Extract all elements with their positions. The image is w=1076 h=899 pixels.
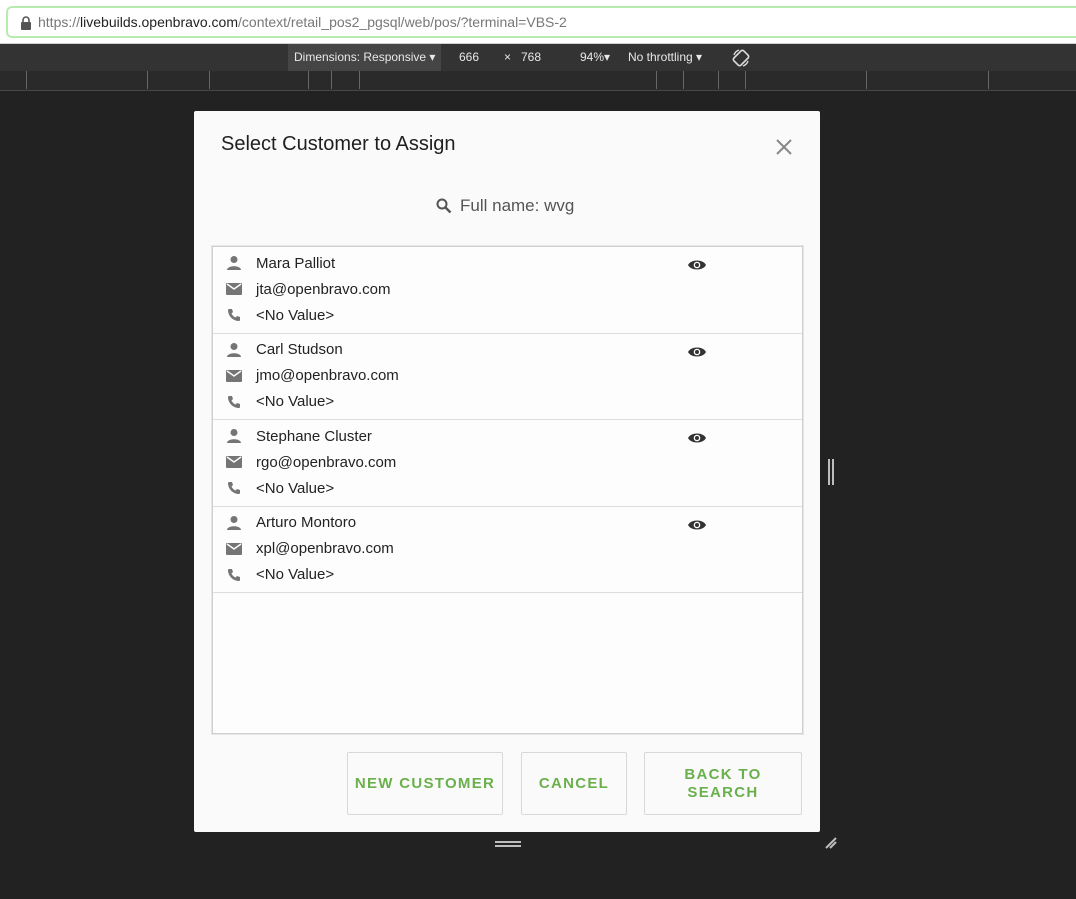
zoom-label: 94%: [580, 50, 605, 64]
email-icon: [225, 280, 243, 298]
close-icon[interactable]: [772, 135, 796, 159]
url-text: https://livebuilds.openbravo.com/context…: [38, 14, 567, 30]
dimensions-dropdown[interactable]: Dimensions: Responsive ▾: [288, 44, 442, 71]
caret-down-icon: ▾: [696, 50, 703, 64]
lock-icon: [21, 16, 31, 30]
eye-icon[interactable]: [687, 257, 707, 273]
eye-icon[interactable]: [687, 430, 707, 446]
caret-down-icon: ▾: [604, 50, 611, 64]
customer-phone: <No Value>: [256, 566, 335, 583]
device-toolbar: Dimensions: Responsive ▾ 666 × 768 94%▾ …: [0, 44, 1076, 71]
customer-row[interactable]: Mara Palliot jta@openbravo.com <No Value…: [213, 247, 802, 334]
customer-phone: <No Value>: [256, 393, 335, 410]
customer-list[interactable]: Mara Palliot jta@openbravo.com <No Value…: [212, 246, 803, 734]
person-icon: [225, 427, 243, 445]
customer-name: Arturo Montoro: [256, 514, 357, 531]
email-icon: [225, 540, 243, 558]
eye-icon[interactable]: [687, 517, 707, 533]
customer-phone: <No Value>: [256, 479, 335, 497]
url-domain: livebuilds.openbravo.com: [80, 14, 239, 30]
dialog-title: Select Customer to Assign: [221, 133, 456, 155]
customer-phone: <No Value>: [256, 306, 335, 324]
customer-row[interactable]: Carl Studson jmo@openbravo.com <No Value…: [213, 334, 802, 420]
phone-icon: [225, 393, 243, 411]
person-icon: [225, 514, 243, 532]
url-prefix: https://: [38, 14, 81, 30]
filter-text: Full name: wvg: [460, 196, 575, 215]
rotate-icon[interactable]: [731, 48, 751, 68]
new-customer-button[interactable]: NEW CUSTOMER: [347, 752, 503, 815]
cancel-button[interactable]: CANCEL: [521, 752, 627, 815]
customer-email: jmo@openbravo.com: [256, 367, 399, 384]
times-sign: ×: [504, 50, 512, 64]
customer-row[interactable]: Stephane Cluster rgo@openbravo.com <No V…: [213, 420, 802, 507]
customer-name: Carl Studson: [256, 341, 343, 358]
search-filter-summary[interactable]: Full name: wvg: [436, 193, 574, 219]
select-customer-dialog: Select Customer to Assign Full name: wvg…: [194, 111, 820, 832]
customer-email: jta@openbravo.com: [256, 280, 391, 298]
resize-handle-corner[interactable]: [824, 836, 838, 850]
customer-email: xpl@openbravo.com: [256, 540, 394, 557]
email-icon: [225, 453, 243, 471]
phone-icon: [225, 479, 243, 497]
customer-name: Mara Palliot: [256, 254, 336, 272]
phone-icon: [225, 306, 243, 324]
eye-icon[interactable]: [687, 344, 707, 360]
customer-row[interactable]: Arturo Montoro xpl@openbravo.com <No Val…: [213, 507, 802, 593]
throttling-dropdown[interactable]: No throttling ▾: [628, 44, 702, 71]
url-path: /context/retail_pos2_pgsql/web/pos/?term…: [238, 14, 567, 30]
person-icon: [225, 341, 243, 359]
browser-url-bar: https://livebuilds.openbravo.com/context…: [0, 0, 1076, 44]
person-icon: [225, 254, 243, 272]
width-input[interactable]: 666: [459, 44, 479, 71]
search-icon: [436, 198, 452, 214]
back-to-search-button[interactable]: BACK TO SEARCH: [644, 752, 802, 815]
throttling-label: No throttling: [628, 50, 693, 64]
dimensions-label: Dimensions: Responsive: [294, 50, 427, 64]
zoom-dropdown[interactable]: 94%▾: [580, 44, 610, 71]
email-icon: [225, 367, 243, 385]
height-input[interactable]: 768: [521, 44, 541, 71]
resize-handle-bottom[interactable]: [495, 841, 521, 847]
phone-icon: [225, 566, 243, 584]
resize-handle-right[interactable]: [828, 459, 834, 485]
caret-down-icon: ▾: [429, 50, 436, 64]
customer-name: Stephane Cluster: [256, 427, 372, 445]
customer-email: rgo@openbravo.com: [256, 453, 397, 471]
address-field[interactable]: https://livebuilds.openbravo.com/context…: [6, 6, 1076, 38]
media-query-ruler[interactable]: [0, 71, 1076, 91]
